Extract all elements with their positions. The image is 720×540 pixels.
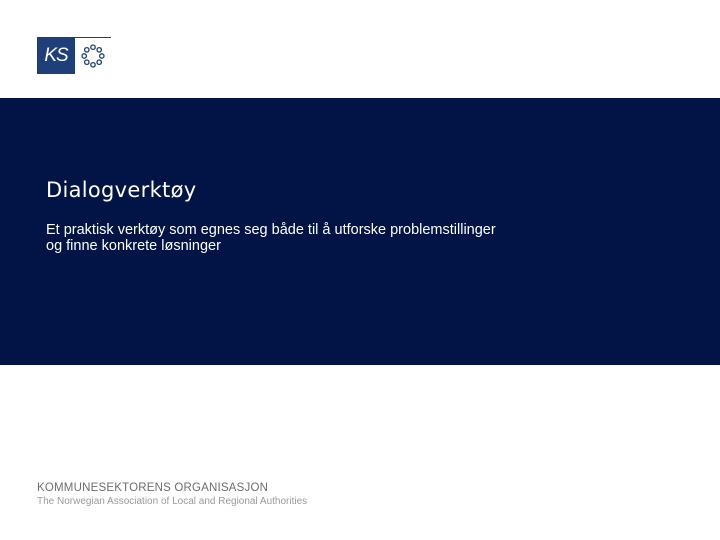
footer-organization: KOMMUNESEKTORENS ORGANISASJON xyxy=(37,482,269,494)
page-title: Dialogverktøy xyxy=(46,178,197,202)
subtitle-line-1: Et praktisk verktøy som egnes seg både t… xyxy=(46,222,496,238)
subtitle-line-2: og finne konkrete løsninger xyxy=(46,238,221,254)
footer: KOMMUNESEKTORENS ORGANISASJON The Norweg… xyxy=(37,482,307,507)
ks-logo: KS xyxy=(37,37,111,74)
ring-of-circles-icon-svg xyxy=(81,44,105,68)
footer-english-name: The Norwegian Association of Local and R… xyxy=(37,496,308,507)
ks-logo-box: KS xyxy=(37,37,75,74)
ks-logo-text: KS xyxy=(44,44,68,66)
ring-of-circles-icon xyxy=(75,37,111,74)
page-subtitle: Et praktisk verktøy som egnes seg både t… xyxy=(46,222,586,254)
